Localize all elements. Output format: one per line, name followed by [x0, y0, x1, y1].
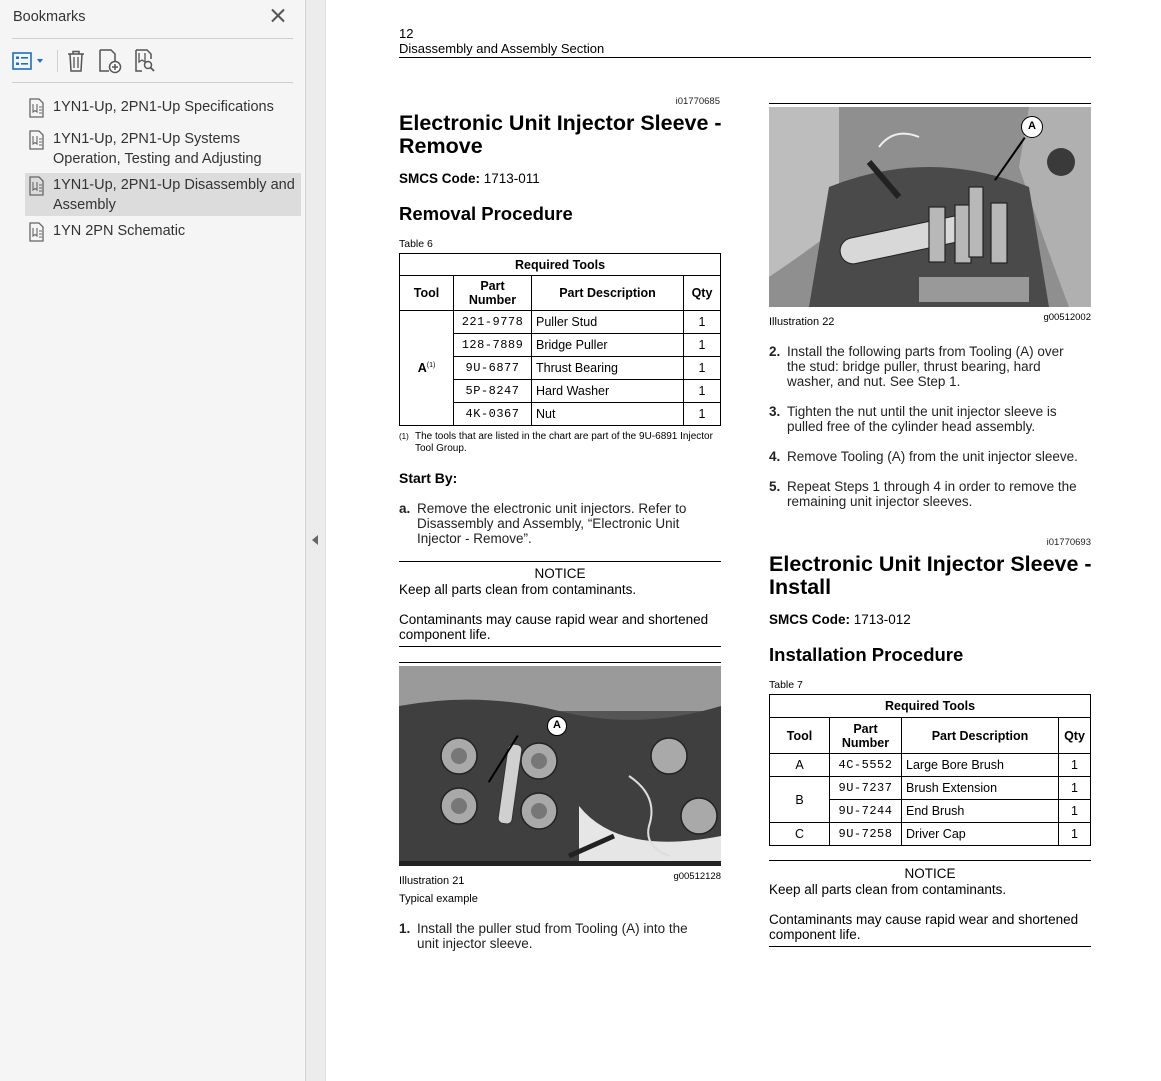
col-part-number: Part Number: [453, 275, 532, 311]
col-part-description: Part Description: [531, 275, 684, 311]
table-label: Table 7: [769, 679, 803, 691]
bookmark-page-icon: [29, 176, 44, 196]
engine-photo-image: [769, 107, 1091, 307]
add-bookmark-button[interactable]: [97, 48, 123, 74]
bookmarks-panel: Bookmarks 1YN1-Up, 2PN1-Up Specification…: [0, 0, 306, 1081]
notice-title: NOTICE: [904, 866, 956, 881]
table-row: A 4C-5552 Large Bore Brush 1: [769, 753, 1091, 777]
table-caption: Required Tools: [769, 694, 1091, 718]
tool-cell: A(1): [399, 310, 454, 426]
bookmark-item-disassembly-assembly[interactable]: 1YN1-Up, 2PN1-Up Disassembly and Assembl…: [25, 173, 301, 216]
bookmark-page-icon: [29, 98, 44, 118]
illustration-21-photo: A: [399, 666, 721, 866]
bookmarks-title: Bookmarks: [13, 9, 86, 25]
illustration-id: g00512002: [1043, 312, 1091, 323]
col-tool: Tool: [769, 717, 830, 754]
smcs-label: SMCS Code:: [399, 171, 480, 186]
trash-icon: [68, 50, 84, 72]
table-caption: Required Tools: [399, 253, 721, 276]
procedure-title-installation: Installation Procedure: [769, 644, 964, 665]
bookmark-label: 1YN 2PN Schematic: [53, 223, 186, 239]
delete-bookmark-button[interactable]: [64, 48, 88, 74]
bookmark-page-icon: [29, 222, 44, 242]
list-options-icon: [12, 52, 43, 70]
table-footnote: (1) The tools that are listed in the cha…: [399, 431, 713, 454]
bookmark-label: 1YN1-Up, 2PN1-Up Specifications: [53, 99, 274, 115]
col-qty: Qty: [683, 275, 721, 311]
illustration-rule: [399, 662, 721, 663]
table-label: Table 6: [399, 238, 433, 250]
bookmark-label: 1YN1-Up, 2PN1-Up Disassembly and Assembl…: [53, 177, 295, 213]
bookmark-item-systems-operation[interactable]: 1YN1-Up, 2PN1-Up Systems Operation, Test…: [25, 127, 301, 170]
col-part-description: Part Description: [901, 717, 1059, 754]
header-rule: [399, 57, 1091, 58]
illustration-caption: Typical example: [399, 893, 478, 905]
table-row: C 9U-7258 Driver Cap 1: [769, 822, 1091, 846]
reference-id: i01770685: [675, 96, 720, 107]
add-bookmark-icon: [99, 49, 122, 74]
page-header: Disassembly and Assembly Section: [399, 41, 605, 56]
close-icon[interactable]: [268, 6, 288, 26]
col-part-number: Part Number: [829, 717, 902, 754]
smcs-label: SMCS Code:: [769, 612, 850, 627]
callout-a: A: [1021, 116, 1043, 138]
notice-rule: [399, 561, 721, 562]
col-qty: Qty: [1058, 717, 1091, 754]
notice-rule: [399, 646, 721, 647]
notice-title: NOTICE: [534, 566, 586, 581]
col-tool: Tool: [399, 275, 454, 311]
procedure-step-3: 3. Tighten the nut until the unit inject…: [769, 404, 1057, 434]
divider: [12, 82, 293, 83]
start-by-heading: Start By:: [399, 470, 458, 486]
procedure-step-5: 5. Repeat Steps 1 through 4 in order to …: [769, 479, 1077, 509]
toolbar-separator: [57, 50, 58, 72]
document-page: 12 Disassembly and Assembly Section i017…: [327, 0, 1161, 1081]
illustration-22-photo: A: [769, 107, 1091, 307]
table-row: A(1) 221-9778 Puller Stud 1: [399, 310, 721, 426]
illustration-rule: [769, 103, 1091, 104]
section-title-remove: Electronic Unit Injector Sleeve - Remove: [399, 111, 722, 158]
bookmark-page-icon: [29, 130, 44, 150]
bookmark-item-specifications[interactable]: 1YN1-Up, 2PN1-Up Specifications: [25, 95, 301, 119]
section-title-install: Electronic Unit Injector Sleeve - Instal…: [769, 552, 1092, 599]
illustration-label: Illustration 21: [399, 875, 465, 887]
smcs-value: 1713-012: [853, 612, 911, 627]
page-number: 12: [399, 26, 414, 41]
procedure-step-4: 4. Remove Tooling (A) from the unit inje…: [769, 449, 1078, 464]
options-menu-button[interactable]: [12, 48, 48, 74]
notice-rule: [769, 946, 1091, 947]
required-tools-table-7: Required Tools Tool Part Number Part Des…: [769, 694, 1091, 846]
engine-photo-image: [399, 666, 721, 866]
bookmark-search-icon: [135, 49, 155, 72]
bookmark-label: 1YN1-Up, 2PN1-Up Systems Operation, Test…: [53, 131, 262, 167]
bookmark-item-schematic[interactable]: 1YN 2PN Schematic: [25, 219, 301, 243]
procedure-step-1: 1. Install the puller stud from Tooling …: [399, 921, 688, 951]
smcs-code: SMCS Code: 1713-012: [769, 612, 911, 627]
notice-text: Contaminants may cause rapid wear and sh…: [399, 612, 709, 642]
callout-a: A: [547, 716, 567, 736]
divider: [12, 38, 293, 39]
start-by-step: a. Remove the electronic unit injectors.…: [399, 501, 687, 546]
smcs-value: 1713-011: [483, 171, 540, 186]
notice-text: Keep all parts clean from contaminants.: [399, 582, 637, 597]
reference-id: i01770693: [1046, 537, 1091, 548]
notice-text: Keep all parts clean from contaminants.: [769, 882, 1007, 897]
table-row: B 9U-7237 Brush Extension 1: [769, 776, 1091, 823]
notice-text: Contaminants may cause rapid wear and sh…: [769, 912, 1079, 942]
smcs-code: SMCS Code: 1713-011: [399, 171, 540, 186]
illustration-label: Illustration 22: [769, 316, 835, 328]
illustration-id: g00512128: [673, 871, 721, 882]
collapse-panel-icon[interactable]: [312, 535, 318, 545]
required-tools-table-6: Required Tools Tool Part Number Part Des…: [399, 253, 721, 426]
notice-rule: [769, 860, 1091, 861]
procedure-title-removal: Removal Procedure: [399, 203, 573, 224]
find-bookmark-button[interactable]: [133, 48, 157, 74]
procedure-step-2: 2. Install the following parts from Tool…: [769, 344, 1064, 389]
